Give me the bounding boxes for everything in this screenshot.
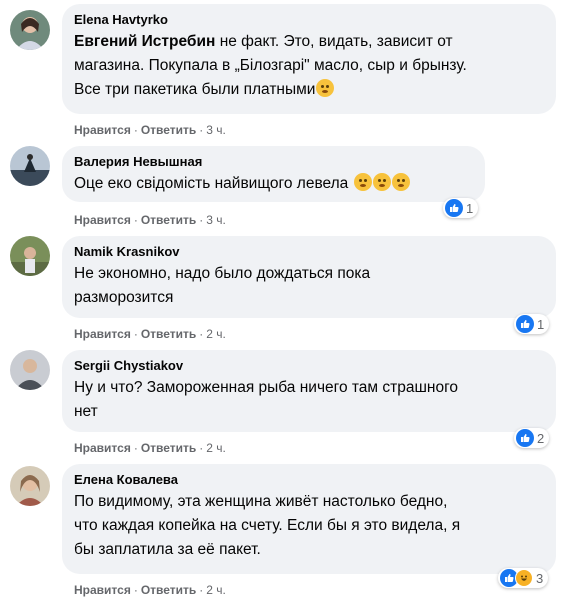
timestamp[interactable]: 2 ч. [206, 327, 226, 341]
separator: · [199, 123, 204, 137]
timestamp[interactable]: 2 ч. [206, 441, 226, 455]
comment-text-line: нет [74, 403, 98, 420]
timestamp[interactable]: 3 ч. [206, 213, 226, 227]
comment-actions: Нравится · Ответить · 3 ч. [74, 122, 226, 138]
comment-author[interactable]: Валерия Невышная [74, 153, 473, 170]
comment-bubble: Валерия Невышная Оце еко свідомість найв… [62, 146, 485, 202]
comment-bubble: Елена Ковалева По видимому, эта женщина … [62, 464, 556, 574]
haha-reaction-icon [515, 569, 533, 587]
comment-text-line: Оце еко свідомість найвищого левела [74, 175, 349, 192]
reaction-summary[interactable]: 2 [514, 428, 550, 448]
like-link[interactable]: Нравится [74, 583, 131, 597]
separator: · [199, 441, 204, 455]
emoji-icon [353, 173, 372, 191]
comment-text: Ну и что? Замороженная рыба ничего там с… [74, 376, 544, 424]
separator: · [199, 327, 204, 341]
comment-text-line: бы заплатила за её пакет. [74, 541, 261, 558]
comment-bubble: Sergii Chystiakov Ну и что? Замороженная… [62, 350, 556, 432]
avatar[interactable] [10, 146, 50, 186]
comment-text: Оце еко свідомість найвищого левела [74, 172, 473, 196]
comment-text: Евгений Истребин не факт. Это, видать, з… [74, 30, 544, 102]
comment-text-line: Ну и что? Замороженная рыба ничего там с… [74, 379, 459, 396]
like-reaction-icon [445, 199, 463, 217]
comment-text: Не экономно, надо было дождаться пока ра… [74, 262, 544, 310]
avatar[interactable] [10, 10, 50, 50]
avatar[interactable] [10, 350, 50, 390]
separator: · [199, 213, 204, 227]
reaction-count: 1 [537, 316, 545, 332]
comment-bubble: Namik Krasnikov Не экономно, надо было д… [62, 236, 556, 318]
comment-actions: Нравится · Ответить · 3 ч. [74, 212, 226, 228]
comment-bubble: Elena Havtyrko Евгений Истребин не факт.… [62, 4, 556, 114]
separator: · [199, 583, 204, 597]
reaction-count: 3 [536, 570, 544, 586]
reply-link[interactable]: Ответить [141, 327, 196, 341]
comment-actions: Нравится · Ответить · 2 ч. [74, 582, 226, 598]
reaction-summary[interactable]: 3 [498, 568, 549, 588]
reply-link[interactable]: Ответить [141, 123, 196, 137]
like-link[interactable]: Нравится [74, 327, 131, 341]
emoji-icon [372, 173, 391, 191]
comment-text-line: Не экономно, надо было дождаться пока [74, 265, 371, 282]
avatar[interactable] [10, 466, 50, 506]
emoji-icon [391, 173, 410, 191]
comment-author[interactable]: Namik Krasnikov [74, 243, 544, 260]
like-link[interactable]: Нравится [74, 441, 131, 455]
like-reaction-icon [516, 315, 534, 333]
comment-text-line: разморозится [74, 289, 174, 306]
comment-text-line: По видимому, эта женщина живёт настолько… [74, 493, 448, 510]
timestamp[interactable]: 2 ч. [206, 583, 226, 597]
avatar[interactable] [10, 236, 50, 276]
like-link[interactable]: Нравится [74, 213, 131, 227]
reply-link[interactable]: Ответить [141, 583, 196, 597]
comment-author[interactable]: Sergii Chystiakov [74, 357, 544, 374]
like-link[interactable]: Нравится [74, 123, 131, 137]
timestamp[interactable]: 3 ч. [206, 123, 226, 137]
comment-actions: Нравится · Ответить · 2 ч. [74, 326, 226, 342]
comment-text-line: что каждая копейка на счету. Если бы я э… [74, 517, 461, 534]
comment-author[interactable]: Elena Havtyrko [74, 11, 544, 28]
like-reaction-icon [516, 429, 534, 447]
comment-text-line: магазина. Покупала в „Білозгарі" масло, … [74, 57, 467, 74]
separator: · [133, 213, 138, 227]
comment-text-line: не факт. Это, видать, зависит от [219, 33, 453, 50]
separator: · [133, 123, 138, 137]
reaction-count: 1 [466, 200, 474, 216]
separator: · [133, 441, 138, 455]
comment-actions: Нравится · Ответить · 2 ч. [74, 440, 226, 456]
separator: · [133, 327, 138, 341]
separator: · [133, 583, 138, 597]
mention-link[interactable]: Евгений Истребин [74, 33, 215, 50]
emoji-icon [316, 79, 335, 97]
reaction-count: 2 [537, 430, 545, 446]
reply-link[interactable]: Ответить [141, 441, 196, 455]
reply-link[interactable]: Ответить [141, 213, 196, 227]
reaction-summary[interactable]: 1 [514, 314, 550, 334]
reaction-summary[interactable]: 1 [443, 198, 479, 218]
comment-text-line: Все три пакетика были платными [74, 81, 316, 98]
comment-text: По видимому, эта женщина живёт настолько… [74, 490, 544, 562]
comment-author[interactable]: Елена Ковалева [74, 471, 544, 488]
